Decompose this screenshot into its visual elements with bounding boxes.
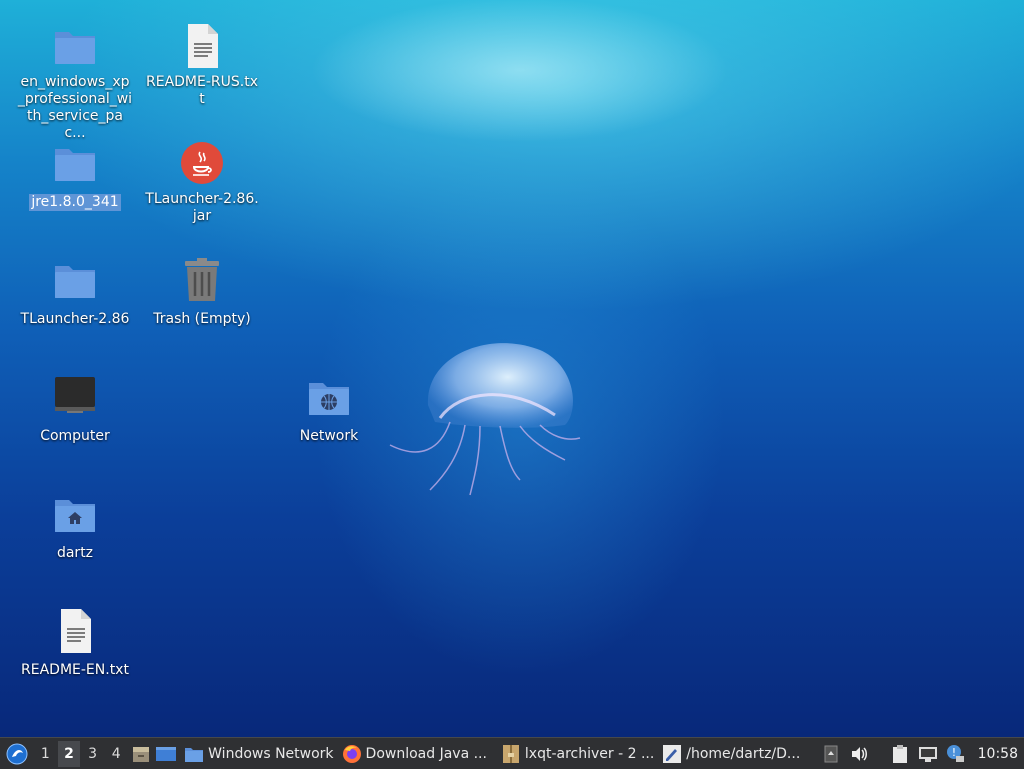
clipboard-icon[interactable] xyxy=(889,743,911,765)
lubuntu-logo-icon xyxy=(6,743,28,764)
task-label: Windows Network xyxy=(208,745,334,762)
task-label: lxqt-archiver - 2 ... xyxy=(524,745,655,762)
desktop-icon-label: Network xyxy=(299,428,359,444)
start-menu-button[interactable] xyxy=(4,741,30,767)
text-file-icon xyxy=(51,607,99,655)
folder-icon xyxy=(51,256,99,304)
desktop[interactable]: en_windows_xp_professional_with_service_… xyxy=(0,0,1024,737)
network-connection-icon[interactable] xyxy=(917,743,939,765)
task-text-editor[interactable]: /home/dartz/D... xyxy=(658,740,815,768)
tray-expand-icon[interactable] xyxy=(820,743,842,765)
task-label: /home/dartz/D... xyxy=(686,745,801,762)
taskbar: 1 2 3 4 Windows Network Download Java ..… xyxy=(0,737,1024,769)
task-lxqt-archiver[interactable]: lxqt-archiver - 2 ... xyxy=(497,740,656,768)
desktop-icon-label: en_windows_xp_professional_with_service_… xyxy=(17,74,133,141)
trash-icon xyxy=(178,256,226,304)
task-label: Download Java ... xyxy=(365,745,487,762)
task-firefox[interactable]: Download Java ... xyxy=(338,740,495,768)
folder-icon xyxy=(51,22,99,70)
desktop-icon-jre-folder[interactable]: jre1.8.0_341 xyxy=(15,139,135,211)
archive-icon xyxy=(501,744,521,764)
desktop-icon-label: Computer xyxy=(40,428,110,444)
workspace-1[interactable]: 1 xyxy=(35,741,57,767)
desktop-icon xyxy=(156,746,177,761)
computer-icon xyxy=(51,373,99,421)
desktop-icon-trash[interactable]: Trash (Empty) xyxy=(142,256,262,328)
desktop-icon-readme-en[interactable]: README-EN.txt xyxy=(15,607,135,679)
quicklaunch-file-manager[interactable] xyxy=(129,741,153,767)
update-notifier-icon[interactable]: ! xyxy=(945,743,967,765)
volume-icon[interactable] xyxy=(848,743,870,765)
desktop-icon-label: TLauncher-2.86.jar xyxy=(145,191,259,224)
desktop-icon-label: TLauncher-2.86 xyxy=(20,311,130,327)
text-file-icon xyxy=(178,22,226,70)
quicklaunch-show-desktop[interactable] xyxy=(155,741,179,767)
desktop-icon-label: Trash (Empty) xyxy=(153,311,251,327)
folder-icon xyxy=(184,744,204,764)
clock[interactable]: 10:58 xyxy=(978,746,1018,762)
desktop-icon-home[interactable]: dartz xyxy=(15,490,135,562)
java-icon xyxy=(178,139,226,187)
desktop-icon-network[interactable]: Network xyxy=(269,373,389,445)
desktop-icon-label: jre1.8.0_341 xyxy=(29,194,121,211)
desktop-icon-xp-folder[interactable]: en_windows_xp_professional_with_service_… xyxy=(15,22,135,142)
network-folder-icon xyxy=(305,373,353,421)
task-windows-network[interactable]: Windows Network xyxy=(180,740,335,768)
folder-icon xyxy=(51,139,99,187)
jellyfish-wallpaper xyxy=(389,343,581,496)
desktop-icon-label: README-EN.txt xyxy=(21,662,129,678)
desktop-icon-tlauncher-jar[interactable]: TLauncher-2.86.jar xyxy=(142,139,262,225)
desktop-icon-computer[interactable]: Computer xyxy=(15,373,135,445)
text-editor-icon xyxy=(662,744,682,764)
file-cabinet-icon xyxy=(132,746,149,762)
svg-text:!: ! xyxy=(951,746,955,759)
system-tray: ! 10:58 xyxy=(817,743,1024,765)
home-folder-icon xyxy=(51,490,99,538)
desktop-icon-label: dartz xyxy=(56,545,94,561)
desktop-icon-tlauncher-folder[interactable]: TLauncher-2.86 xyxy=(15,256,135,328)
workspace-2[interactable]: 2 xyxy=(58,740,80,767)
workspace-4[interactable]: 4 xyxy=(105,741,127,767)
workspace-3[interactable]: 3 xyxy=(82,741,104,767)
firefox-icon xyxy=(342,744,362,764)
desktop-icon-readme-rus[interactable]: README-RUS.txt xyxy=(142,22,262,108)
desktop-icon-label: README-RUS.txt xyxy=(146,74,258,107)
